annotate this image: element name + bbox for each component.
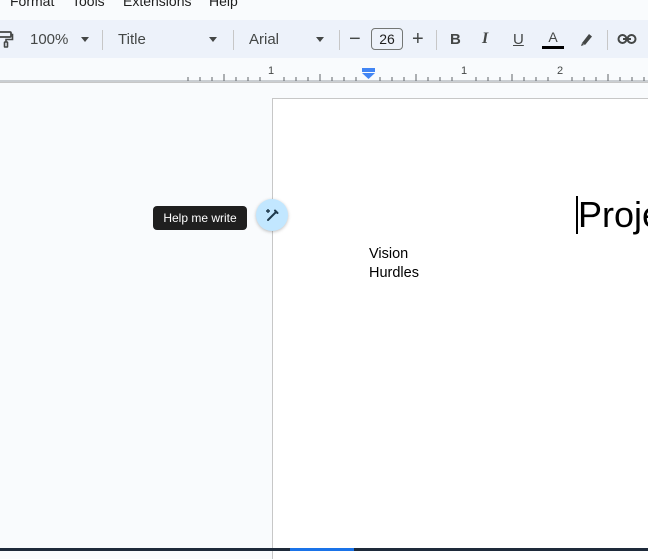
link-icon [617, 34, 637, 44]
toolbar-divider [607, 30, 608, 50]
menu-tools[interactable]: Tools [72, 0, 105, 9]
document-line-vision[interactable]: Vision [369, 245, 408, 264]
ruler-label: 1 [461, 65, 468, 77]
paragraph-style-value: Title [118, 30, 146, 48]
font-select[interactable]: Arial [249, 20, 327, 58]
toolbar-divider [233, 30, 234, 50]
font-value: Arial [249, 30, 280, 48]
document-title[interactable]: Proje [578, 195, 648, 235]
toolbar: 100% Title Arial − + B I U A [0, 20, 648, 58]
insert-link-button[interactable] [617, 20, 637, 58]
indent-marker[interactable] [362, 68, 375, 79]
decrease-font-size-button[interactable]: − [349, 20, 363, 58]
paint-format-button[interactable] [0, 20, 14, 58]
horizontal-ruler: 1 1 2 [0, 58, 648, 83]
paint-format-icon [0, 31, 14, 48]
menu-extensions[interactable]: Extensions [123, 0, 191, 9]
document-page[interactable] [272, 98, 648, 559]
italic-button[interactable]: I [482, 20, 496, 58]
ruler-label: 2 [557, 65, 564, 77]
help-me-write-tooltip: Help me write [153, 206, 247, 230]
bold-button[interactable]: B [450, 20, 464, 58]
help-me-write-button[interactable] [256, 199, 288, 231]
paragraph-style-select[interactable]: Title [118, 20, 222, 58]
toolbar-divider [339, 30, 340, 50]
highlighter-icon [581, 34, 592, 46]
text-color-label: A [548, 28, 558, 45]
text-color-swatch [542, 45, 564, 49]
menu-help[interactable]: Help [209, 0, 238, 9]
menu-bar: Format Tools Extensions Help [0, 0, 648, 20]
zoom-value: 100% [30, 30, 69, 48]
chevron-down-icon [81, 36, 90, 42]
zoom-select[interactable]: 100% [30, 20, 92, 58]
text-color-button[interactable]: A [542, 20, 564, 58]
document-line-hurdles[interactable]: Hurdles [369, 264, 419, 283]
ruler-ticks [0, 74, 648, 82]
chevron-down-icon [316, 36, 324, 42]
chevron-down-icon [209, 36, 217, 42]
increase-font-size-button[interactable]: + [412, 20, 426, 58]
toolbar-divider [436, 30, 437, 50]
highlight-color-button[interactable] [579, 20, 595, 58]
underline-button[interactable]: U [513, 20, 527, 58]
ruler-label: 1 [268, 65, 275, 77]
magic-pen-icon [266, 209, 279, 221]
font-size-input[interactable]: 26 [371, 28, 403, 50]
menu-format[interactable]: Format [10, 0, 54, 9]
toolbar-divider [102, 30, 103, 50]
